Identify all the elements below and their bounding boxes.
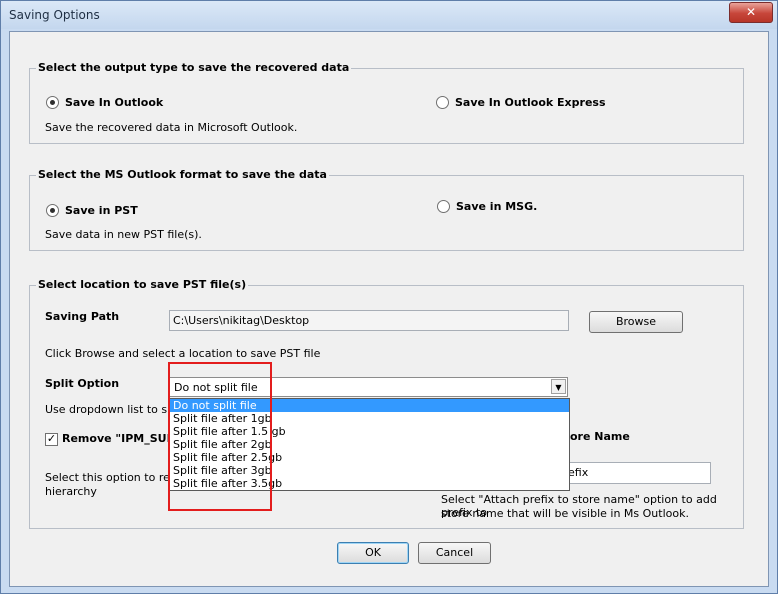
save-in-msg-label: Save in MSG. <box>456 200 538 213</box>
prefix-value: efix <box>568 466 589 479</box>
save-location-legend: Select location to save PST file(s) <box>36 278 249 291</box>
radio-unselected-icon <box>436 96 449 109</box>
outlook-format-group: Select the MS Outlook format to save the… <box>29 168 744 251</box>
save-in-outlook-express-radio[interactable]: Save In Outlook Express <box>436 96 606 109</box>
remove-ipm-checkbox[interactable]: ✓ <box>45 433 58 446</box>
output-type-group: Select the output type to save the recov… <box>29 61 744 144</box>
outlook-format-legend: Select the MS Outlook format to save the… <box>36 168 329 181</box>
red-highlight-box <box>168 362 272 511</box>
ok-button[interactable]: OK <box>337 542 409 564</box>
cancel-button[interactable]: Cancel <box>418 542 491 564</box>
prefix-hint-line2: store name that will be visible in Ms Ou… <box>441 507 689 520</box>
attach-prefix-store-name-label: ore Name <box>570 430 630 443</box>
chevron-down-icon[interactable]: ▼ <box>551 379 566 394</box>
saving-path-value: C:\Users\nikitag\Desktop <box>173 314 310 327</box>
saving-path-field[interactable]: C:\Users\nikitag\Desktop <box>169 310 569 331</box>
output-type-legend: Select the output type to save the recov… <box>36 61 352 74</box>
close-button[interactable]: ✕ <box>729 2 773 23</box>
save-in-msg-radio[interactable]: Save in MSG. <box>437 200 537 213</box>
browse-hint: Click Browse and select a location to sa… <box>45 347 321 360</box>
output-type-description: Save the recovered data in Microsoft Out… <box>45 121 298 134</box>
save-in-pst-radio[interactable]: Save in PST <box>46 204 138 217</box>
save-in-pst-label: Save in PST <box>65 204 138 217</box>
radio-selected-icon <box>46 96 59 109</box>
remove-ipm-description-line2: hierarchy <box>45 485 97 498</box>
dialog-client-area: Select the output type to save the recov… <box>9 31 769 587</box>
title-bar: Saving Options ✕ <box>1 1 777 29</box>
save-in-outlook-radio[interactable]: Save In Outlook <box>46 96 163 109</box>
radio-selected-icon <box>46 204 59 217</box>
saving-path-label: Saving Path <box>45 310 120 323</box>
save-in-outlook-label: Save In Outlook <box>65 96 164 109</box>
outlook-format-description: Save data in new PST file(s). <box>45 228 202 241</box>
window-title: Saving Options <box>9 8 100 22</box>
saving-options-dialog: Saving Options ✕ Select the output type … <box>0 0 778 594</box>
split-option-label: Split Option <box>45 377 120 390</box>
browse-button[interactable]: Browse <box>589 311 683 333</box>
save-location-group: Select location to save PST file(s) Savi… <box>29 278 744 529</box>
save-in-outlook-express-label: Save In Outlook Express <box>455 96 606 109</box>
radio-unselected-icon <box>437 200 450 213</box>
